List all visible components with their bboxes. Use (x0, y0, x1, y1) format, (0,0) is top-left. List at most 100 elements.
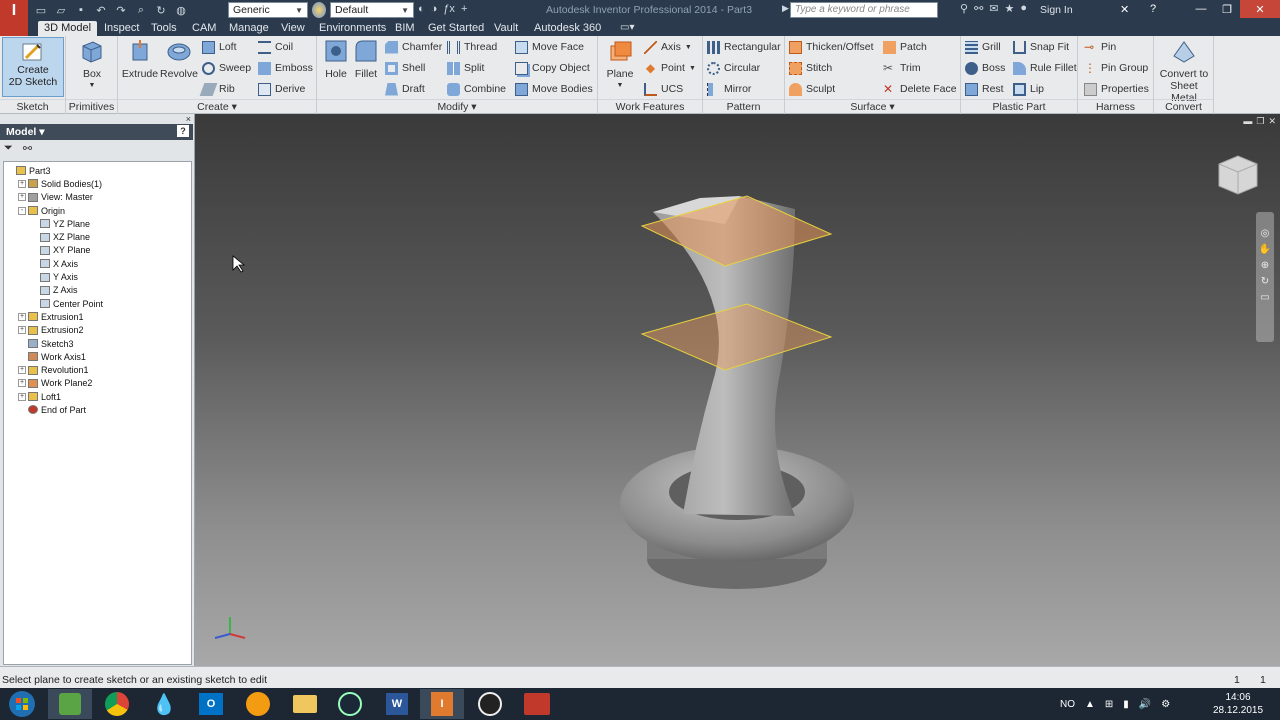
copy-object-button[interactable]: Copy Object (515, 60, 590, 76)
split-button[interactable]: Split (447, 60, 484, 76)
plus-icon[interactable]: + (461, 3, 467, 15)
axis-button[interactable]: Axis ▼ (644, 39, 692, 55)
steering-wheel-icon[interactable]: ◎ (1258, 226, 1272, 242)
properties-icon[interactable]: ◍ (172, 2, 190, 18)
taskbar-outlook[interactable]: O (189, 689, 233, 719)
loft-button[interactable]: Loft (202, 39, 237, 55)
clear-appearance-icon[interactable]: ◐ (418, 3, 425, 15)
inventor-app-button[interactable]: I (0, 0, 28, 36)
save-icon[interactable]: ▪ (72, 2, 90, 18)
viewcube[interactable] (1215, 152, 1261, 196)
thicken-offset-button[interactable]: Thicken/Offset (789, 39, 874, 55)
expand-icon[interactable]: + (18, 179, 26, 188)
close-button[interactable]: ✕ (1240, 0, 1280, 18)
panel-label-surface[interactable]: Surface ▾ (785, 99, 960, 113)
tab-3d-model[interactable]: 3D Model (38, 21, 98, 36)
expand-icon[interactable]: + (18, 312, 26, 321)
taskbar-installer-app[interactable] (48, 689, 92, 719)
appearance-combo[interactable]: Default ▼ (330, 2, 414, 18)
tree-node[interactable]: + Extrusion2 (4, 324, 191, 337)
tree-node[interactable]: - Origin (4, 204, 191, 217)
plane-button[interactable]: Plane ▼ (604, 38, 636, 92)
tree-node[interactable]: XZ Plane (4, 230, 191, 243)
search-input[interactable]: Type a keyword or phrase (790, 2, 938, 18)
taskbar-explorer[interactable] (283, 689, 327, 719)
orbit-icon[interactable]: ↻ (1258, 274, 1272, 290)
pin-group-button[interactable]: ⋮ Pin Group (1084, 60, 1148, 76)
emboss-button[interactable]: Emboss (258, 60, 313, 76)
sweep-button[interactable]: Sweep (202, 60, 251, 76)
tab-bim[interactable]: BIM (389, 21, 421, 36)
taskbar-word[interactable]: W (375, 689, 419, 719)
tree-node[interactable]: Z Axis (4, 284, 191, 297)
new-icon[interactable]: ▭ (32, 2, 50, 18)
taskbar-drop-app[interactable]: 💧 (142, 689, 186, 719)
expand-icon[interactable]: + (18, 366, 26, 375)
mirror-button[interactable]: Mirror (707, 81, 751, 97)
derive-button[interactable]: Derive (258, 81, 305, 97)
thread-button[interactable]: Thread (447, 39, 497, 55)
select-icon[interactable]: ⌕ (132, 2, 150, 18)
fx-icon[interactable]: ƒx (443, 3, 455, 15)
tree-node[interactable]: + Loft1 (4, 390, 191, 403)
tab-inspect[interactable]: Inspect (98, 21, 145, 36)
adjust-icon[interactable]: ◑ (431, 3, 438, 15)
work-plane-top[interactable] (640, 195, 833, 267)
filter-icon[interactable]: ⏷ (4, 142, 13, 158)
ribbon-options-icon[interactable]: ▭▾ (620, 22, 634, 33)
gear-icon[interactable]: ⚙ (1161, 699, 1170, 710)
chevron-right-icon[interactable]: ▶ (782, 3, 789, 14)
point-button[interactable]: ◆ Point ▼ (644, 60, 696, 76)
maximize-button[interactable]: ❐ (1214, 0, 1240, 18)
expand-icon[interactable]: + (18, 392, 26, 401)
tree-node[interactable]: XY Plane (4, 244, 191, 257)
work-plane-middle[interactable] (640, 303, 833, 371)
tree-node[interactable]: + Extrusion1 (4, 310, 191, 323)
navigation-bar[interactable]: ◎ ✋ ⊕ ↻ ▭ (1256, 212, 1274, 342)
user-icon[interactable]: ● (1020, 2, 1027, 15)
circular-pattern-button[interactable]: Circular (707, 60, 760, 76)
boss-button[interactable]: Boss (965, 60, 1005, 76)
tab-cam[interactable]: CAM (186, 21, 222, 36)
language-indicator[interactable]: NO (1060, 699, 1075, 710)
extrude-button[interactable]: Extrude (122, 38, 158, 80)
redo-icon[interactable]: ↷ (112, 2, 130, 18)
search-icon[interactable]: ⚲ (960, 2, 968, 15)
tree-node[interactable]: YZ Plane (4, 217, 191, 230)
tab-manage[interactable]: Manage (223, 21, 275, 36)
material-combo[interactable]: Generic ▼ (228, 2, 308, 18)
pin-button[interactable]: ⊸ Pin (1084, 39, 1116, 55)
panel-label-modify[interactable]: Modify ▾ (317, 99, 597, 113)
harness-properties-button[interactable]: Properties (1084, 81, 1149, 97)
chamfer-button[interactable]: Chamfer (385, 39, 442, 55)
taskbar-vlc[interactable] (236, 689, 280, 719)
communication-icon[interactable]: ✉ (989, 2, 998, 15)
tree-node[interactable]: X Axis (4, 257, 191, 270)
coil-button[interactable]: Coil (258, 39, 293, 55)
tab-tools[interactable]: Tools (145, 21, 183, 36)
move-face-button[interactable]: Move Face (515, 39, 584, 55)
expand-icon[interactable]: + (18, 379, 26, 388)
expand-icon[interactable]: + (18, 326, 26, 335)
look-at-icon[interactable]: ▭ (1258, 290, 1272, 306)
rib-button[interactable]: Rib (199, 81, 235, 97)
revolve-button[interactable]: Revolve (160, 38, 198, 80)
star-icon[interactable]: ★ (1005, 2, 1015, 15)
tree-node[interactable]: Sketch3 (4, 337, 191, 350)
trim-button[interactable]: ✂ Trim (883, 60, 921, 76)
snap-fit-button[interactable]: Snap Fit (1013, 39, 1069, 55)
delete-face-button[interactable]: ✕ Delete Face (883, 81, 957, 97)
undo-icon[interactable]: ↶ (92, 2, 110, 18)
clock[interactable]: 14:06 28.12.2015 (1210, 691, 1266, 717)
binoculars-icon[interactable]: ⚯ (23, 142, 32, 158)
graphics-viewport[interactable]: ▬ ❐ ✕ ◎ ✋ ⊕ ↻ ▭ (195, 114, 1280, 666)
stitch-button[interactable]: Stitch (789, 60, 832, 76)
lip-button[interactable]: Lip (1013, 81, 1044, 97)
move-bodies-button[interactable]: Move Bodies (515, 81, 593, 97)
tab-get-started[interactable]: Get Started (422, 21, 490, 36)
update-icon[interactable]: ↻ (152, 2, 170, 18)
volume-icon[interactable]: 🔊 (1139, 699, 1151, 710)
browser-header[interactable]: Model ▾ ? (0, 124, 193, 140)
tree-node[interactable]: Part3 (4, 164, 191, 177)
minimize-button[interactable]: — (1188, 0, 1214, 18)
